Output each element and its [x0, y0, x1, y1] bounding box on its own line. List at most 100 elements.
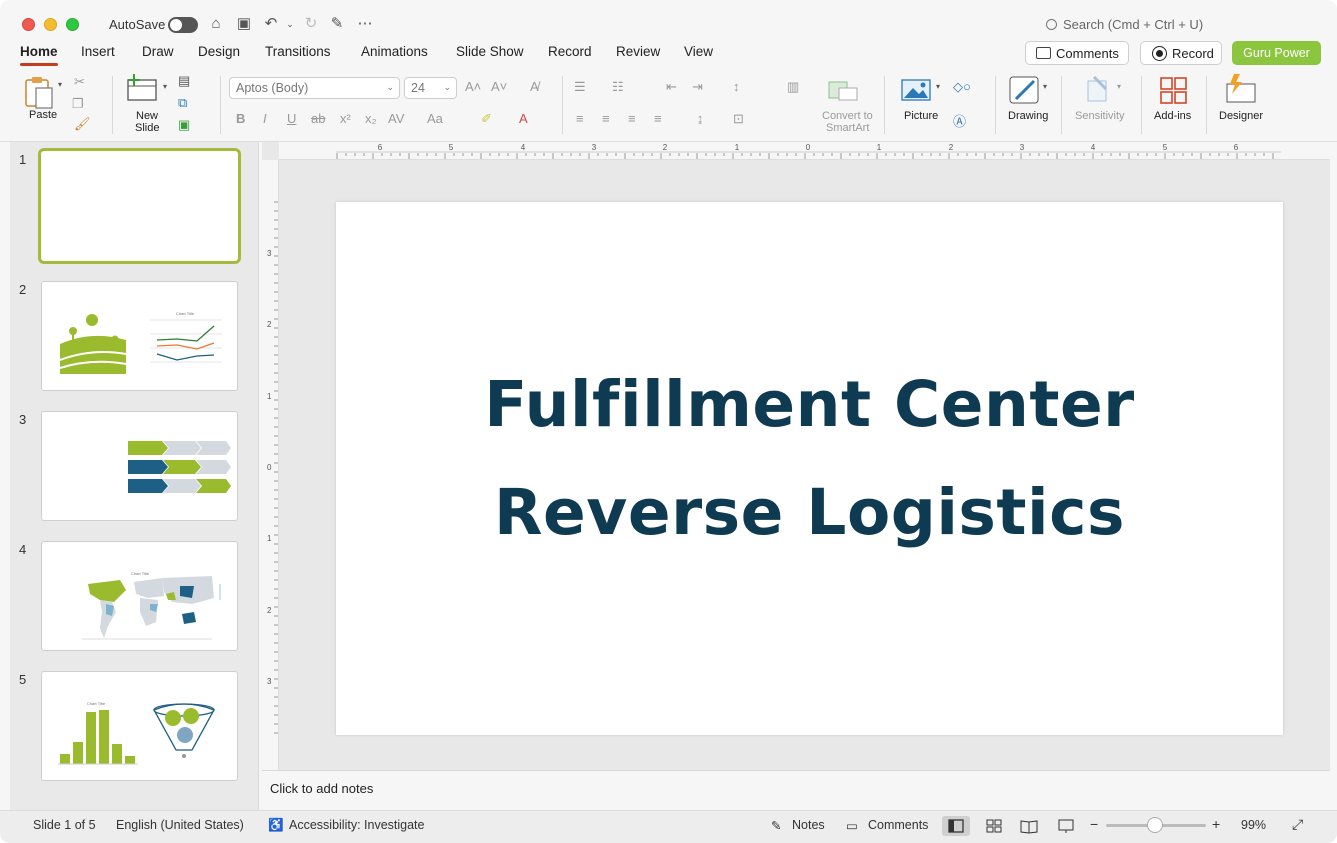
tab-design[interactable]: Design — [198, 44, 240, 59]
undo-dropdown-icon[interactable]: ⌄ — [281, 15, 299, 33]
slide-thumbnail-panel[interactable]: 1 2 Chart Title 3 4 Chart Title 5 Chart … — [10, 142, 259, 810]
format-painter-icon[interactable]: 🖌 — [74, 116, 91, 132]
comment-icon[interactable]: ▭ — [846, 818, 858, 833]
align-right-icon[interactable]: ≡ — [628, 111, 636, 126]
tab-slide-show[interactable]: Slide Show — [456, 44, 524, 59]
autosave-toggle[interactable] — [168, 17, 198, 33]
numbering-icon[interactable]: ☷ — [612, 79, 624, 95]
drawing-icon[interactable] — [1008, 75, 1042, 105]
fit-to-window-icon[interactable]: ⤢ — [1292, 816, 1303, 833]
minimize-window-button[interactable] — [44, 18, 57, 31]
justify-icon[interactable]: ≡ — [654, 111, 662, 126]
tab-insert[interactable]: Insert — [81, 44, 115, 59]
tab-transitions[interactable]: Transitions — [265, 44, 331, 59]
comments-button[interactable]: Comments — [1025, 41, 1129, 65]
tab-draw[interactable]: Draw — [142, 44, 174, 59]
font-color-icon[interactable]: A — [519, 111, 528, 126]
font-size-select[interactable]: 24 ⌄ — [404, 77, 457, 99]
italic-icon[interactable]: I — [263, 111, 267, 126]
drawing-dropdown-icon[interactable]: ▾ — [1043, 82, 1047, 91]
bullets-icon[interactable]: ☰ — [574, 79, 586, 95]
add-ins-icon[interactable] — [1159, 76, 1189, 104]
new-slide-icon[interactable] — [125, 74, 161, 104]
highlight-icon[interactable]: ✐ — [481, 111, 492, 127]
slide-thumbnail-1[interactable] — [38, 148, 241, 264]
section-icon[interactable]: ▣ — [178, 117, 190, 133]
notes-toggle[interactable]: Notes — [792, 818, 825, 832]
slide-title-line-2[interactable]: Reverse Logistics — [336, 476, 1283, 549]
comments-toggle[interactable]: Comments — [868, 818, 928, 832]
slide-sorter-button[interactable] — [980, 816, 1008, 836]
horizontal-ruler-ticks: 6 5 4 3 2 1 0 1 2 3 4 5 6 — [336, 143, 1281, 159]
subscript-icon[interactable]: x₂ — [365, 111, 377, 126]
tab-view[interactable]: View — [684, 44, 713, 59]
home-icon[interactable]: ⌂ — [207, 15, 225, 33]
reading-view-button[interactable] — [1015, 816, 1043, 836]
slide-thumbnail-3[interactable] — [41, 411, 238, 521]
increase-font-icon[interactable]: A˄ — [465, 79, 481, 94]
zoom-out-button[interactable]: − — [1090, 816, 1098, 832]
sensitivity-dropdown-icon[interactable]: ▾ — [1117, 82, 1121, 91]
new-slide-dropdown-icon[interactable]: ▾ — [163, 82, 167, 91]
text-box-icon[interactable]: Ⓐ — [953, 111, 966, 130]
align-left-icon[interactable]: ≡ — [576, 111, 584, 126]
slide-title-line-1[interactable]: Fulfillment Center — [336, 368, 1283, 441]
tab-animations[interactable]: Animations — [361, 44, 428, 59]
slide-thumbnail-5[interactable]: Chart Title — [41, 671, 238, 781]
picture-dropdown-icon[interactable]: ▾ — [936, 82, 940, 91]
picture-icon[interactable] — [901, 78, 931, 102]
change-case-icon[interactable]: Aa — [427, 111, 443, 126]
decrease-font-icon[interactable]: A˅ — [491, 79, 507, 94]
sensitivity-icon[interactable] — [1084, 75, 1114, 105]
paste-dropdown-icon[interactable]: ▾ — [58, 80, 62, 89]
align-center-icon[interactable]: ≡ — [602, 111, 610, 126]
clear-formatting-icon[interactable]: A̸ — [530, 79, 539, 94]
maximize-window-button[interactable] — [66, 18, 79, 31]
notes-icon[interactable]: ✎ — [771, 818, 781, 833]
tab-home[interactable]: Home — [20, 44, 58, 66]
tab-review[interactable]: Review — [616, 44, 660, 59]
decrease-indent-icon[interactable]: ⇤ — [666, 79, 677, 95]
designer-icon[interactable] — [1224, 74, 1258, 104]
language-indicator[interactable]: English (United States) — [116, 818, 244, 832]
search-box[interactable]: Search (Cmd + Ctrl + U) — [1046, 17, 1203, 32]
slide-thumbnail-4[interactable]: Chart Title — [41, 541, 238, 651]
layout-icon[interactable]: ▤ — [178, 73, 190, 89]
copy-icon[interactable]: ❐ — [72, 96, 84, 112]
reset-slide-icon[interactable]: ⧉ — [178, 95, 187, 111]
shapes-icon[interactable]: ◇○ — [953, 79, 971, 95]
bold-icon[interactable]: B — [236, 111, 245, 126]
cut-icon[interactable]: ✂ — [74, 74, 85, 90]
superscript-icon[interactable]: x² — [340, 111, 351, 126]
smartart-icon[interactable] — [827, 78, 861, 102]
normal-view-button[interactable] — [942, 816, 970, 836]
zoom-in-button[interactable]: + — [1212, 816, 1220, 832]
zoom-slider-handle[interactable] — [1147, 817, 1163, 833]
zoom-level[interactable]: 99% — [1241, 818, 1266, 832]
tab-record[interactable]: Record — [548, 44, 592, 59]
strikethrough-icon[interactable]: ab — [311, 111, 325, 126]
close-window-button[interactable] — [22, 18, 35, 31]
notes-pane[interactable]: Click to add notes — [262, 770, 1330, 810]
accessibility-status[interactable]: Accessibility: Investigate — [289, 818, 424, 832]
underline-icon[interactable]: U — [287, 111, 296, 126]
save-icon[interactable]: ▣ — [235, 15, 253, 33]
more-icon[interactable]: ⋯ — [356, 15, 374, 33]
slide-show-button[interactable] — [1052, 816, 1080, 836]
redo-icon[interactable]: ↻ — [302, 15, 320, 33]
character-spacing-icon[interactable]: AV — [388, 111, 404, 126]
font-name-select[interactable]: Aptos (Body) ⌄ — [229, 77, 400, 99]
align-text-icon[interactable]: ⊡ — [733, 111, 744, 127]
line-spacing-icon[interactable]: ↕ — [733, 79, 740, 94]
save-as-icon[interactable]: ✎ — [328, 15, 346, 33]
increase-indent-icon[interactable]: ⇥ — [692, 79, 703, 95]
undo-icon[interactable]: ↶ — [262, 15, 280, 33]
record-button[interactable]: Record — [1140, 41, 1222, 65]
accessibility-icon[interactable]: ♿ — [268, 818, 284, 833]
slide-thumbnail-2[interactable]: Chart Title — [41, 281, 238, 391]
columns-icon[interactable]: ▥ — [787, 79, 799, 95]
guru-power-button[interactable]: Guru Power — [1232, 41, 1321, 65]
current-slide[interactable]: Fulfillment Center Reverse Logistics — [336, 202, 1283, 735]
text-direction-icon[interactable]: ↨ — [697, 111, 704, 126]
notes-placeholder[interactable]: Click to add notes — [270, 781, 373, 796]
